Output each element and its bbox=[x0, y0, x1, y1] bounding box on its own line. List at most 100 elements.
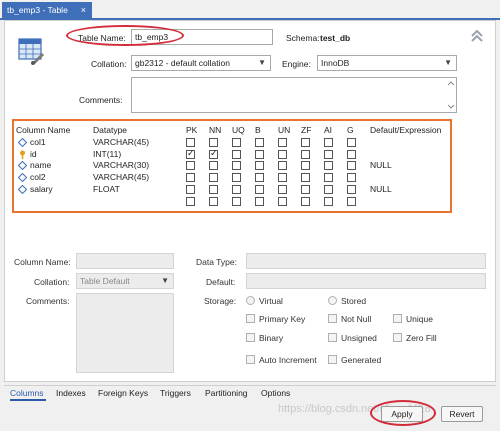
flag-checkbox[interactable] bbox=[186, 148, 195, 159]
primary-key-checkbox[interactable] bbox=[246, 314, 255, 323]
flag-checkbox[interactable] bbox=[324, 149, 333, 159]
tab-columns[interactable]: Columns bbox=[10, 388, 44, 398]
flag-checkbox[interactable] bbox=[255, 161, 264, 171]
flag-checkbox[interactable] bbox=[301, 196, 310, 206]
flag-checkbox[interactable] bbox=[347, 161, 356, 171]
engine-select-value: InnoDB bbox=[321, 58, 350, 68]
flag-checkbox[interactable] bbox=[347, 149, 356, 159]
flag-checkbox[interactable] bbox=[301, 149, 310, 159]
flag-checkbox[interactable] bbox=[324, 196, 333, 206]
collation-select[interactable]: gb2312 - default collation ▼ bbox=[131, 55, 271, 71]
column-name-cell: col1 bbox=[30, 137, 46, 147]
flag-checkbox[interactable] bbox=[278, 161, 287, 171]
unique-checkbox[interactable] bbox=[393, 314, 402, 323]
tab-indexes[interactable]: Indexes bbox=[56, 388, 86, 398]
flag-checkbox[interactable] bbox=[301, 161, 310, 171]
default-input[interactable] bbox=[246, 273, 486, 289]
auto-increment-checkbox[interactable] bbox=[246, 355, 255, 364]
flag-checkbox[interactable] bbox=[278, 196, 287, 206]
flag-checkbox[interactable] bbox=[324, 161, 333, 171]
flag-checkbox[interactable] bbox=[209, 161, 218, 171]
grid-column-header: NN bbox=[209, 125, 222, 135]
flag-checkbox[interactable] bbox=[255, 138, 264, 147]
flag-checkbox[interactable] bbox=[232, 196, 241, 206]
unsigned-checkbox[interactable] bbox=[328, 333, 337, 342]
flag-checkbox[interactable] bbox=[255, 149, 264, 159]
column-diamond-icon bbox=[18, 184, 27, 194]
flag-checkbox[interactable] bbox=[209, 173, 218, 183]
flag-checkbox[interactable] bbox=[232, 184, 241, 194]
grid-column-header: Column Name bbox=[16, 125, 71, 135]
grid-column-header: AI bbox=[324, 125, 333, 135]
data-type-input[interactable] bbox=[246, 253, 486, 269]
schema-value: test_db bbox=[320, 33, 351, 43]
stored-radio[interactable] bbox=[328, 296, 337, 305]
generated-checkbox[interactable] bbox=[328, 355, 337, 364]
revert-button[interactable]: Revert bbox=[441, 406, 483, 422]
flag-checkbox[interactable] bbox=[209, 138, 218, 147]
flag-checkbox[interactable] bbox=[301, 138, 310, 147]
flag-checkbox[interactable] bbox=[232, 161, 241, 171]
textarea-scrollbar[interactable] bbox=[447, 79, 455, 111]
detail-comments-textarea[interactable] bbox=[76, 293, 174, 373]
flag-checkbox[interactable] bbox=[278, 138, 287, 147]
tab-options[interactable]: Options bbox=[261, 388, 290, 398]
flag-checkbox[interactable] bbox=[186, 196, 195, 206]
flag-checkbox[interactable] bbox=[232, 149, 241, 159]
flag-checkbox[interactable] bbox=[301, 173, 310, 183]
column-name-cell: name bbox=[30, 160, 52, 171]
flag-checkbox[interactable] bbox=[186, 184, 195, 194]
column-name-cell: col2 bbox=[30, 172, 46, 183]
collation-select-value: gb2312 - default collation bbox=[135, 58, 230, 68]
flag-checkbox[interactable] bbox=[347, 138, 356, 147]
flag-checkbox[interactable] bbox=[255, 173, 264, 183]
flag-checkbox[interactable] bbox=[186, 173, 195, 183]
flag-checkbox[interactable] bbox=[209, 148, 218, 159]
flag-checkbox[interactable] bbox=[347, 196, 356, 206]
virtual-radio[interactable] bbox=[246, 296, 255, 305]
comments-textarea[interactable] bbox=[131, 77, 457, 113]
engine-select[interactable]: InnoDB ▼ bbox=[317, 55, 457, 71]
flag-checkbox[interactable] bbox=[209, 196, 218, 206]
flag-checkbox[interactable] bbox=[324, 184, 333, 194]
tab-table-editor[interactable]: tb_emp3 - Table × bbox=[2, 2, 92, 18]
tab-triggers[interactable]: Triggers bbox=[160, 388, 191, 398]
datatype-cell: INT(11) bbox=[93, 148, 122, 159]
grid-column-header: UN bbox=[278, 125, 291, 135]
flag-checkbox[interactable] bbox=[347, 184, 356, 194]
storage-label: Storage: bbox=[204, 296, 237, 306]
tab-partitioning[interactable]: Partitioning bbox=[205, 388, 248, 398]
zero-fill-label: Zero Fill bbox=[406, 333, 437, 343]
flag-checkbox[interactable] bbox=[255, 196, 264, 206]
column-name-input[interactable] bbox=[76, 253, 174, 269]
flag-checkbox[interactable] bbox=[347, 173, 356, 183]
collapse-chevron-icon[interactable] bbox=[469, 28, 485, 44]
binary-checkbox[interactable] bbox=[246, 333, 255, 342]
flag-checkbox[interactable] bbox=[255, 184, 264, 194]
flag-checkbox[interactable] bbox=[232, 138, 241, 147]
flag-checkbox[interactable] bbox=[186, 138, 195, 147]
grid-column-header: PK bbox=[186, 125, 198, 135]
flag-checkbox[interactable] bbox=[324, 138, 333, 147]
unsigned-label: Unsigned bbox=[341, 333, 377, 343]
tab-foreign-keys[interactable]: Foreign Keys bbox=[98, 388, 148, 398]
not-null-checkbox[interactable] bbox=[328, 314, 337, 323]
bottom-divider bbox=[4, 385, 496, 386]
flag-checkbox[interactable] bbox=[278, 173, 287, 183]
grid-column-header: Default/Expression bbox=[370, 125, 442, 135]
flag-checkbox[interactable] bbox=[186, 161, 195, 171]
flag-checkbox[interactable] bbox=[232, 173, 241, 183]
auto-increment-label: Auto Increment bbox=[259, 355, 317, 365]
zero-fill-checkbox[interactable] bbox=[393, 333, 402, 342]
column-diamond-icon bbox=[18, 161, 27, 171]
flag-checkbox[interactable] bbox=[278, 149, 287, 159]
detail-collation-select[interactable]: Table Default ▼ bbox=[76, 273, 174, 289]
close-icon[interactable]: × bbox=[81, 2, 86, 18]
flag-checkbox[interactable] bbox=[209, 184, 218, 194]
flag-checkbox[interactable] bbox=[278, 184, 287, 194]
flag-checkbox[interactable] bbox=[301, 184, 310, 194]
stored-label: Stored bbox=[341, 296, 367, 306]
chevron-down-icon: ▼ bbox=[258, 58, 266, 67]
flag-checkbox[interactable] bbox=[324, 173, 333, 183]
generated-label: Generated bbox=[341, 355, 382, 365]
